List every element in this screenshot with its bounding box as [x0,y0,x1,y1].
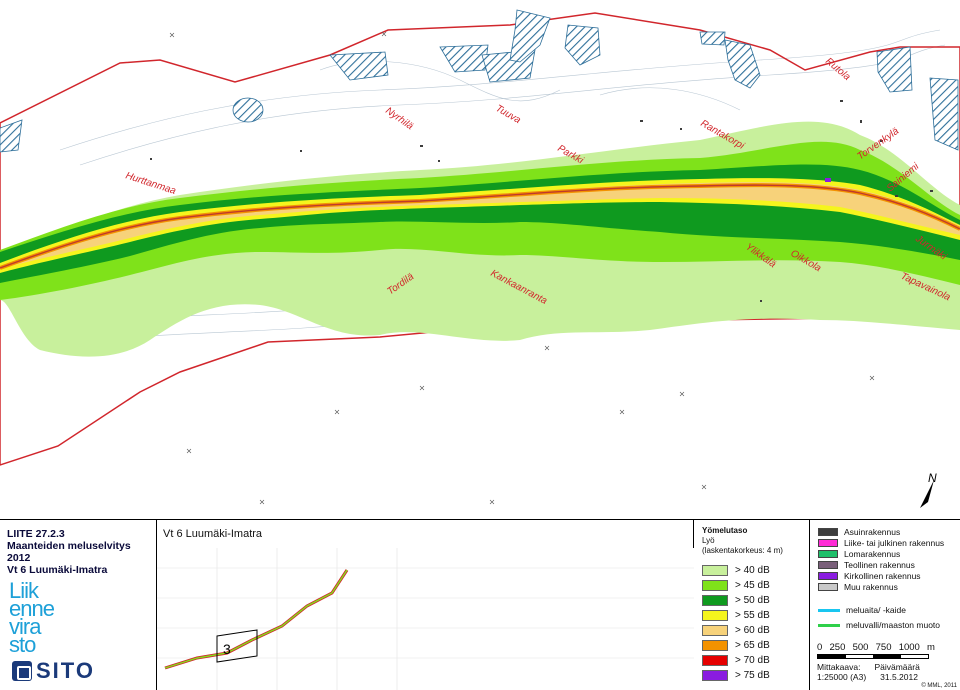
copyright: © MML, 2011 [921,683,957,689]
noise-level-row: > 40 dB [702,564,770,577]
scale-tick: 750 [875,642,892,653]
building-label: Lomarakennus [844,549,901,559]
sheet-number: 3 [223,641,231,657]
noise-zones [0,121,960,357]
place-label: Tuuva [494,103,523,126]
noise-level-label: > 65 dB [735,640,770,651]
scale-ticks: 0 250 500 750 1000 m [817,642,935,653]
noise-level-row: > 45 dB [702,579,770,592]
building-swatch [818,528,838,536]
building-swatch [818,583,838,591]
building-legend: Asuinrakennus Liike- tai julkinen rakenn… [810,520,960,690]
building-row: Muu rakennus [818,582,898,592]
building-row: Liike- tai julkinen rakennus [818,538,944,548]
sito-logo: SITO [12,658,95,684]
building-label: Teollinen rakennus [844,560,915,570]
scale-bar-graphic [817,654,929,659]
noise-level-row: > 75 dB [702,669,770,682]
building-swatch [818,539,838,547]
scale-label: Mittakaava: [817,662,861,672]
noise-swatch [702,640,728,651]
appendix-label: LIITE 27.2.3 [7,528,65,540]
date-value: 31.5.2012 [880,672,918,682]
noise-level-label: > 55 dB [735,610,770,621]
logo-word: sto [9,632,36,657]
scale-tick: 500 [852,642,869,653]
overview-map-panel: Vt 6 Luumäki-Imatra 3 [157,520,694,690]
title-text: LIITE 27.2.3 Maanteiden meluselvitys 201… [7,528,156,576]
building-row: Kirkollinen rakennus [818,571,921,581]
barrier-row: meluvalli/maaston muoto [818,620,940,630]
legend-bar: LIITE 27.2.3 Maanteiden meluselvitys 201… [0,519,960,690]
scale-value: 1:25000 (A3) [817,672,867,682]
building-row: Lomarakennus [818,549,900,559]
noise-level-label: > 40 dB [735,565,770,576]
noise-level-label: > 45 dB [735,580,770,591]
noise-level-label: > 50 dB [735,595,770,606]
noise-symbol: Lyö [702,536,715,545]
liikennevirasto-logo: Liik enne vira sto [9,580,89,657]
noise-legend: Yömelutaso Lyö (laskentakorkeus: 4 m) > … [694,520,810,690]
noise-map[interactable]: Hurttanmaa Nyrhilä Tuuva Parkki Rantakor… [0,0,960,520]
date-label: Päivämäärä [874,662,920,672]
sito-wordmark: SITO [36,658,95,683]
noise-level-label: > 75 dB [735,670,770,681]
place-label: Rutola [823,56,853,83]
building-swatch [818,561,838,569]
building-label: Asuinrakennus [844,527,901,537]
place-label: Nyrhilä [383,105,415,132]
noise-swatch [702,565,728,576]
building-label: Muu rakennus [844,582,898,592]
noise-level-row: > 55 dB [702,609,770,622]
sito-mark-icon [12,661,32,681]
overview-map: 3 [157,548,694,690]
noise-swatch [702,655,728,666]
place-label: Hurttanmaa [124,170,178,197]
building-row: Asuinrakennus [818,527,900,537]
road-section: Vt 6 Luumäki-Imatra [7,564,108,576]
building-row: Teollinen rakennus [818,560,915,570]
barrier-line-swatch [818,623,840,627]
barrier-row: meluaita/ -kaide [818,605,906,615]
building-swatch [818,550,838,558]
overview-title: Vt 6 Luumäki-Imatra [163,528,263,540]
barrier-label: meluaita/ -kaide [846,605,907,615]
building-swatch [818,572,838,580]
noise-level-row: > 50 dB [702,594,770,607]
noise-swatch [702,625,728,636]
calc-height-note: (laskentakorkeus: 4 m) [702,546,783,555]
scale-tick: 0 [817,642,823,653]
scale-bar: 0 250 500 750 1000 m [817,642,935,659]
noise-level-label: > 70 dB [735,655,770,666]
report-title: Maanteiden meluselvitys 2012 [7,540,131,564]
noise-legend-title: Yömelutaso [702,526,748,535]
north-arrow: N [920,471,937,508]
noise-swatch [702,670,728,681]
barrier-label: meluvalli/maaston muoto [846,620,941,630]
scale-unit: m [927,642,935,653]
noise-swatch [702,580,728,591]
scale-tick: 1000 [898,642,920,653]
noise-swatch [702,595,728,606]
north-label: N [928,471,937,485]
title-block: LIITE 27.2.3 Maanteiden meluselvitys 201… [0,520,157,690]
noise-swatch [702,610,728,621]
noise-level-label: > 60 dB [735,625,770,636]
barrier-line-swatch [818,608,840,612]
noise-level-row: > 65 dB [702,639,770,652]
noise-legend-header: Yömelutaso Lyö (laskentakorkeus: 4 m) [702,526,783,556]
building-label: Liike- tai julkinen rakennus [844,538,945,548]
scale-tick: 250 [829,642,846,653]
noise-level-row: > 70 dB [702,654,770,667]
building-label: Kirkollinen rakennus [844,571,921,581]
map-canvas: Hurttanmaa Nyrhilä Tuuva Parkki Rantakor… [0,9,960,508]
map-meta: Mittakaava: Päivämäärä 1:25000 (A3) 31.5.2… [817,662,920,682]
noise-level-row: > 60 dB [702,624,770,637]
